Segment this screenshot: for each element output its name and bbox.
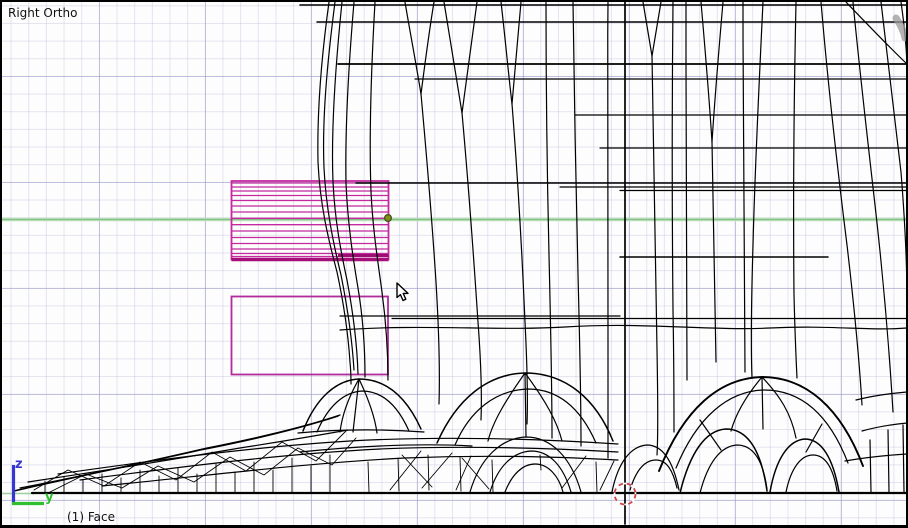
- median-point: [384, 214, 393, 223]
- wireframe-mesh[interactable]: [13, 1, 908, 525]
- viewport-3d[interactable]: Right Ortho (1) Face z y: [0, 0, 908, 528]
- z-axis-label: z: [15, 457, 23, 472]
- y-axis-line: [2, 217, 907, 495]
- y-axis-label: y: [45, 490, 54, 505]
- viewport-canvas[interactable]: [0, 0, 908, 528]
- view-name-label: Right Ortho: [8, 6, 78, 20]
- selection-status-label: (1) Face: [67, 510, 115, 524]
- mouse-cursor-icon: [396, 282, 409, 302]
